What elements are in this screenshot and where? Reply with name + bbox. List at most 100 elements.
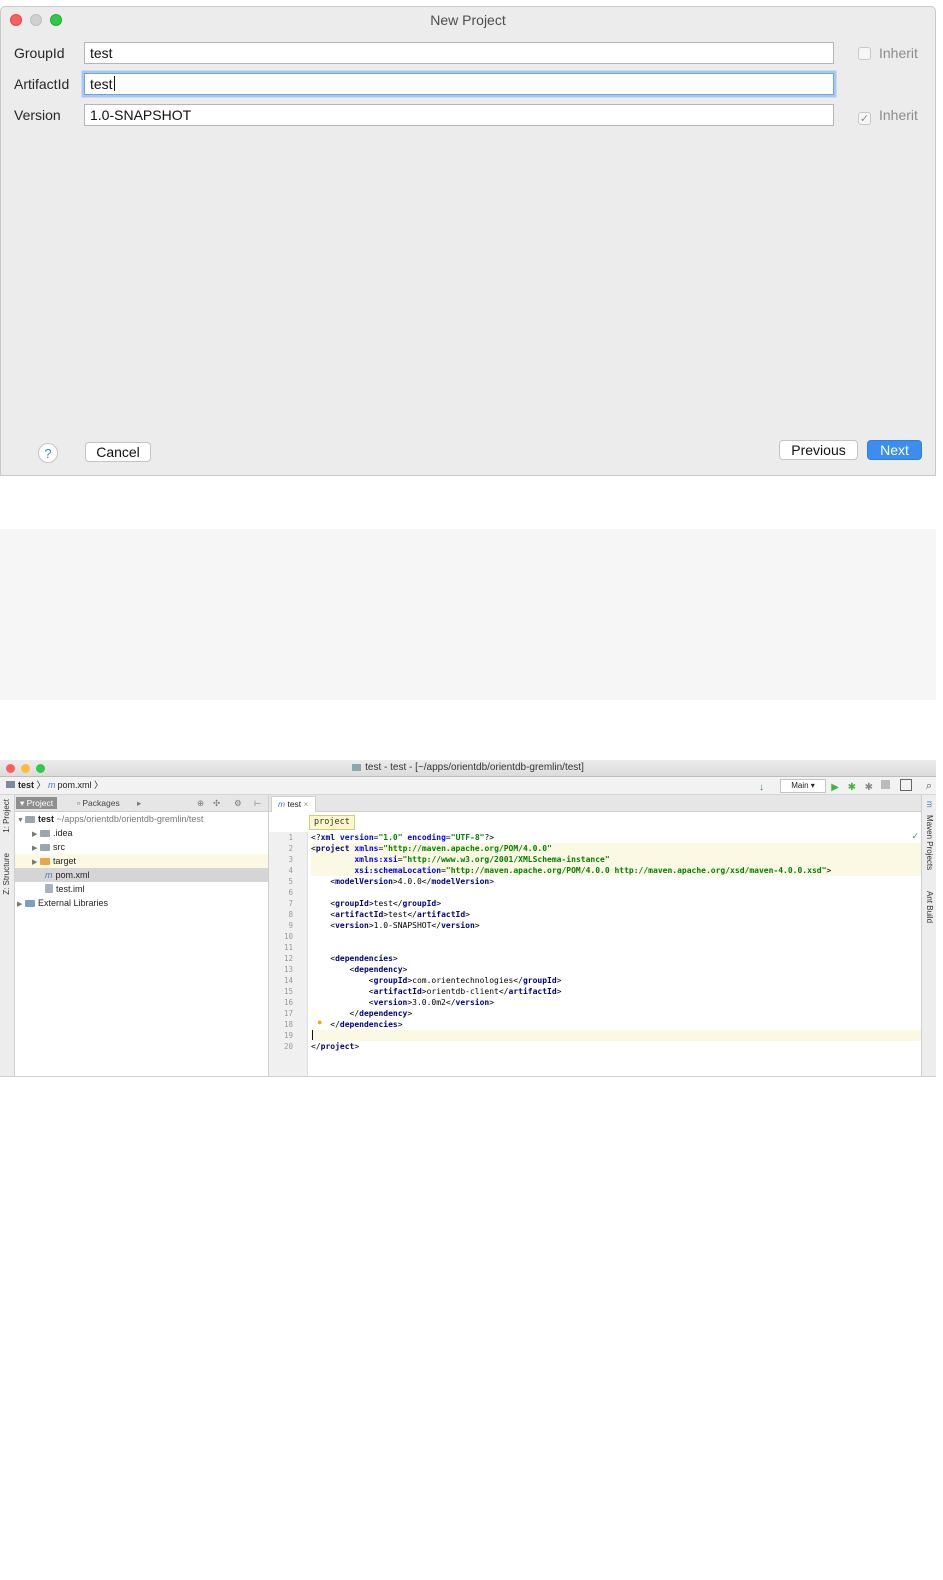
coverage-icon[interactable]: ✱ [865,779,873,796]
maven-icon: m [925,801,934,808]
code-line: 9 <version>1.0-SNAPSHOT</version> [288,921,480,930]
dialog-title: New Project [430,12,506,28]
code-line: 2 <project xmlns="http://maven.apache.org… [288,843,921,854]
ide-minimize-button[interactable] [21,764,30,773]
code-editor: m test × project ✓ 1 <?xml version="1.0" … [269,795,921,1076]
ide-window: test - test - [~/apps/orientdb/orientdb-… [0,760,936,1077]
version-field[interactable]: 1.0-SNAPSHOT [84,104,834,126]
version-row: Version 1.0-SNAPSHOT ✓ Inherit [14,104,921,128]
groupid-row: GroupId test Inherit [14,42,921,66]
left-tool-strip: 1: Project Z: Structure [0,795,15,1076]
new-project-dialog: New Project GroupId test Inherit Artifac… [0,6,936,476]
maven-icon: m [48,780,56,790]
code-line: 13 <dependency> [283,965,408,974]
code-line: 14 <groupId>com.orientechnologies</group… [283,976,562,985]
folder-icon [40,830,50,837]
help-button[interactable]: ? [38,443,58,463]
code-line: 1 <?xml version="1.0" encoding="UTF-8"?> [288,833,495,842]
search-icon[interactable]: ⌕ [926,778,932,795]
tree-item-iml[interactable]: test.iml [15,882,268,896]
settings-gear-icon[interactable]: ⚙ [230,797,246,809]
breadcrumb-project[interactable]: test 〉 [6,777,46,794]
editor-caret [312,1030,313,1040]
code-line: 3 xmlns:xsi="http://www.w3.org/2001/XMLS… [288,854,921,865]
navigation-bar: test 〉 m pom.xml 〉 ↓ Main ▾ ▶ ✱ ✱ ⌕ [0,777,936,795]
scroll-from-source-icon[interactable]: ⊕ [193,797,208,809]
tree-item-root[interactable]: ▼ test ~/apps/orientdb/orientdb-gremlin/t… [15,812,268,826]
groupid-field[interactable]: test [84,42,834,64]
code-line: 17 </dependency> [283,1009,413,1018]
checkbox-icon [858,47,871,60]
tool-tab-ant-build[interactable]: Ant Build [925,891,934,923]
folder-icon [6,781,15,788]
tree-item-pom[interactable]: m pom.xml [15,868,268,882]
collapse-arrow-icon: ▶ [17,901,23,908]
close-tab-icon[interactable]: × [304,799,309,809]
code-line: 4 xsi:schemaLocation="http://maven.apach… [288,865,921,876]
checkmark-icon: ✓ [858,112,871,125]
close-window-button[interactable] [10,14,22,26]
version-inherit-checkbox[interactable]: ✓ Inherit [858,107,918,125]
code-line: 10 [283,932,293,941]
maven-file-icon: m [45,870,53,880]
project-file-icon [352,764,362,771]
tool-tab-maven-projects[interactable]: Maven Projects [925,815,934,870]
artifactid-row: ArtifactId test [14,73,921,97]
version-label: Version [14,107,61,123]
code-line: 15 <artifactId>orientdb-client</artifact… [283,987,562,996]
ide-close-button[interactable] [6,764,15,773]
code-line: 7 <groupId>test</groupId> [288,899,442,908]
iml-file-icon [45,884,53,893]
code-line: 5 <modelVersion>4.0.0</modelVersion> [288,877,495,886]
code-line: 11 [283,943,293,952]
ide-zoom-button[interactable] [36,764,45,773]
run-icon[interactable]: ▶ [831,779,839,796]
code-line: 20 </project> [283,1042,360,1051]
project-structure-icon[interactable] [900,779,912,791]
tree-item-external-libraries[interactable]: ▶ External Libraries [15,896,268,910]
module-folder-icon [25,816,35,823]
artifactid-field[interactable]: test [84,73,834,95]
next-button[interactable]: Next [867,440,922,460]
text-caret [113,76,115,91]
debug-icon[interactable]: ✱ [848,779,856,796]
ide-title-bar: test - test - [~/apps/orientdb/orientdb-… [0,760,936,777]
tab-project[interactable]: ▾ Project [16,797,58,809]
libraries-icon [25,900,35,907]
intention-bulb-icon[interactable]: ● [317,1017,322,1027]
editor-breadcrumb[interactable]: project [309,815,355,830]
tool-tab-structure[interactable]: Z: Structure [2,853,11,895]
background-band [0,529,936,700]
project-panel: ▾ Project ▫ Packages ▸ ⊕ ✣ ⚙ ⊢ ▼ test ~/a… [15,795,269,1076]
hide-panel-icon[interactable]: ⊢ [250,797,265,809]
editor-tab-bar: m test × [269,795,921,812]
project-view-icon: ▾ [20,798,27,808]
more-tabs-icon[interactable]: ▸ [133,797,145,809]
groupid-inherit-checkbox[interactable]: Inherit [858,45,918,61]
cancel-button[interactable]: Cancel [85,442,151,462]
tool-tab-project[interactable]: 1: Project [2,799,11,833]
code-line-current: 19 [284,1030,921,1041]
build-icon[interactable]: ↓ [759,779,764,796]
code-line: 16 <version>3.0.0m2</version> [283,998,495,1007]
zoom-window-button[interactable] [50,14,62,26]
collapse-all-icon[interactable]: ✣ [209,797,224,809]
run-config-select[interactable]: Main ▾ [780,779,826,793]
tab-packages[interactable]: ▫ Packages [73,797,124,809]
code-line: 12 <dependencies> [283,954,398,963]
minimize-window-button[interactable] [30,14,42,26]
tree-item-src[interactable]: ▶ src [15,840,268,854]
groupid-label: GroupId [14,45,65,61]
code-line: 6 [288,888,293,897]
previous-button[interactable]: Previous [779,440,858,460]
code-line: 18 </dependencies> [283,1020,403,1029]
folder-icon [40,844,50,851]
stop-icon[interactable] [881,780,890,789]
excluded-folder-icon [40,858,50,865]
editor-tab-pom[interactable]: m test × [271,796,316,812]
tree-item-idea[interactable]: ▶ .idea [15,826,268,840]
right-tool-strip: m Maven Projects Ant Build [921,795,936,1076]
tree-item-target[interactable]: ▶ target [15,854,268,868]
artifactid-label: ArtifactId [14,76,70,92]
breadcrumb-pom[interactable]: m pom.xml 〉 [48,777,103,794]
